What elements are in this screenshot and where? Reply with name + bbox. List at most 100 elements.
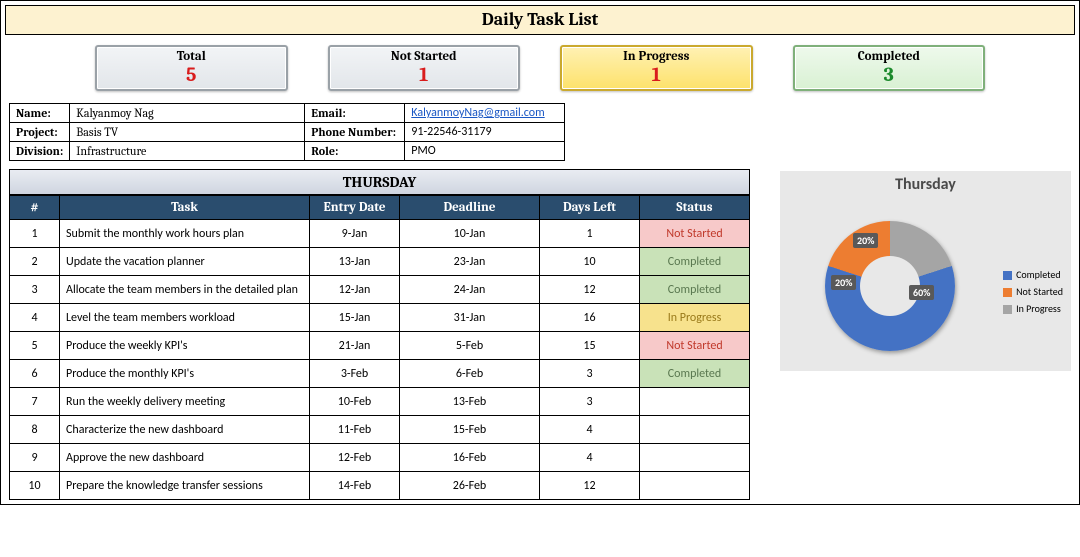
col-days[interactable]: Days Left <box>540 196 640 220</box>
cell-deadline[interactable]: 15-Feb <box>400 416 540 444</box>
cell-deadline[interactable]: 16-Feb <box>400 444 540 472</box>
cell-days[interactable]: 12 <box>540 276 640 304</box>
info-project-value[interactable]: Basis TV <box>70 123 305 142</box>
cell-task[interactable]: Update the vacation planner <box>60 248 310 276</box>
cell-task[interactable]: Level the team members workload <box>60 304 310 332</box>
cell-task[interactable]: Approve the new dashboard <box>60 444 310 472</box>
card-in-progress[interactable]: In Progress 1 <box>560 45 753 91</box>
card-not-started-value: 1 <box>330 64 519 85</box>
info-role-value[interactable]: PMO <box>405 142 565 161</box>
email-link[interactable]: KalyanmoyNag@gmail.com <box>411 106 544 120</box>
cell-num[interactable]: 8 <box>10 416 60 444</box>
cell-task[interactable]: Produce the monthly KPI's <box>60 360 310 388</box>
table-row[interactable]: 6Produce the monthly KPI's3-Feb6-Feb3Com… <box>10 360 750 388</box>
col-deadline[interactable]: Deadline <box>400 196 540 220</box>
info-role-label: Role: <box>305 142 405 161</box>
cell-num[interactable]: 6 <box>10 360 60 388</box>
chart-title: Thursday <box>780 171 1071 194</box>
cell-task[interactable]: Prepare the knowledge transfer sessions <box>60 472 310 500</box>
card-total[interactable]: Total 5 <box>95 45 288 91</box>
cell-status[interactable] <box>640 416 750 444</box>
cell-num[interactable]: 1 <box>10 220 60 248</box>
card-completed-label: Completed <box>795 49 984 64</box>
cell-deadline[interactable]: 26-Feb <box>400 472 540 500</box>
cell-entry[interactable]: 15-Jan <box>310 304 400 332</box>
table-row[interactable]: 2Update the vacation planner13-Jan23-Jan… <box>10 248 750 276</box>
cell-task[interactable]: Submit the monthly work hours plan <box>60 220 310 248</box>
cell-days[interactable]: 4 <box>540 444 640 472</box>
cell-entry[interactable]: 11-Feb <box>310 416 400 444</box>
col-status[interactable]: Status <box>640 196 750 220</box>
cell-days[interactable]: 12 <box>540 472 640 500</box>
cell-num[interactable]: 7 <box>10 388 60 416</box>
info-phone-value[interactable]: 91-22546-31179 <box>405 123 565 142</box>
cell-status[interactable] <box>640 388 750 416</box>
cell-task[interactable]: Allocate the team members in the detaile… <box>60 276 310 304</box>
cell-deadline[interactable]: 23-Jan <box>400 248 540 276</box>
card-completed-value: 3 <box>795 64 984 85</box>
cell-days[interactable]: 3 <box>540 388 640 416</box>
cell-task[interactable]: Produce the weekly KPI's <box>60 332 310 360</box>
cell-entry[interactable]: 21-Jan <box>310 332 400 360</box>
info-project-label: Project: <box>10 123 70 142</box>
cell-entry[interactable]: 14-Feb <box>310 472 400 500</box>
col-task[interactable]: Task <box>60 196 310 220</box>
slice-label-in-progress: 20% <box>853 233 878 248</box>
cell-status[interactable] <box>640 472 750 500</box>
table-row[interactable]: 7Run the weekly delivery meeting10-Feb13… <box>10 388 750 416</box>
cell-days[interactable]: 16 <box>540 304 640 332</box>
cell-days[interactable]: 15 <box>540 332 640 360</box>
cell-entry[interactable]: 12-Jan <box>310 276 400 304</box>
cell-task[interactable]: Characterize the new dashboard <box>60 416 310 444</box>
table-row[interactable]: 4Level the team members workload15-Jan31… <box>10 304 750 332</box>
cell-days[interactable]: 4 <box>540 416 640 444</box>
info-division-value[interactable]: Infrastructure <box>70 142 305 161</box>
cell-num[interactable]: 10 <box>10 472 60 500</box>
cell-entry[interactable]: 10-Feb <box>310 388 400 416</box>
cell-days[interactable]: 1 <box>540 220 640 248</box>
cell-entry[interactable]: 3-Feb <box>310 360 400 388</box>
cell-num[interactable]: 9 <box>10 444 60 472</box>
info-email-label: Email: <box>305 104 405 123</box>
info-table: Name: Kalyanmoy Nag Email: KalyanmoyNag@… <box>9 103 565 161</box>
table-row[interactable]: 3Allocate the team members in the detail… <box>10 276 750 304</box>
col-num[interactable]: # <box>10 196 60 220</box>
cell-status[interactable]: Completed <box>640 276 750 304</box>
page-title: Daily Task List <box>5 5 1075 35</box>
cell-entry[interactable]: 12-Feb <box>310 444 400 472</box>
info-email-value[interactable]: KalyanmoyNag@gmail.com <box>405 104 565 123</box>
cell-days[interactable]: 10 <box>540 248 640 276</box>
cell-num[interactable]: 2 <box>10 248 60 276</box>
card-total-value: 5 <box>97 64 286 85</box>
info-phone-label: Phone Number: <box>305 123 405 142</box>
cell-status[interactable]: In Progress <box>640 304 750 332</box>
cell-deadline[interactable]: 24-Jan <box>400 276 540 304</box>
cell-deadline[interactable]: 13-Feb <box>400 388 540 416</box>
cell-days[interactable]: 3 <box>540 360 640 388</box>
cell-deadline[interactable]: 31-Jan <box>400 304 540 332</box>
cell-status[interactable]: Completed <box>640 248 750 276</box>
cell-status[interactable]: Completed <box>640 360 750 388</box>
table-row[interactable]: 10Prepare the knowledge transfer session… <box>10 472 750 500</box>
cell-entry[interactable]: 13-Jan <box>310 248 400 276</box>
cell-status[interactable]: Not Started <box>640 332 750 360</box>
table-row[interactable]: 1Submit the monthly work hours plan9-Jan… <box>10 220 750 248</box>
cell-status[interactable] <box>640 444 750 472</box>
card-completed[interactable]: Completed 3 <box>793 45 986 91</box>
cell-status[interactable]: Not Started <box>640 220 750 248</box>
legend-not-started: Not Started <box>1003 283 1063 300</box>
table-row[interactable]: 8Characterize the new dashboard11-Feb15-… <box>10 416 750 444</box>
cell-task[interactable]: Run the weekly delivery meeting <box>60 388 310 416</box>
card-not-started[interactable]: Not Started 1 <box>328 45 521 91</box>
cell-entry[interactable]: 9-Jan <box>310 220 400 248</box>
cell-num[interactable]: 4 <box>10 304 60 332</box>
col-entry[interactable]: Entry Date <box>310 196 400 220</box>
table-row[interactable]: 5Produce the weekly KPI's21-Jan5-Feb15No… <box>10 332 750 360</box>
cell-deadline[interactable]: 10-Jan <box>400 220 540 248</box>
cell-deadline[interactable]: 5-Feb <box>400 332 540 360</box>
cell-num[interactable]: 5 <box>10 332 60 360</box>
cell-num[interactable]: 3 <box>10 276 60 304</box>
info-name-value[interactable]: Kalyanmoy Nag <box>70 104 305 123</box>
cell-deadline[interactable]: 6-Feb <box>400 360 540 388</box>
table-row[interactable]: 9Approve the new dashboard12-Feb16-Feb4 <box>10 444 750 472</box>
